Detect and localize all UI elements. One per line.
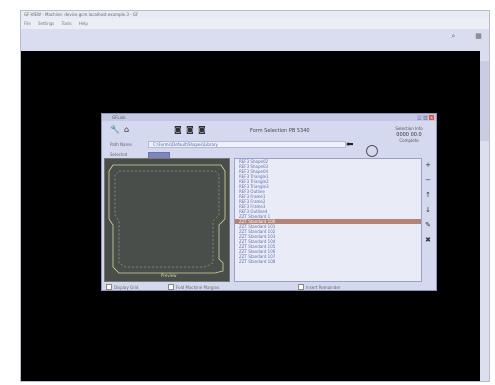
rotation-dial[interactable] xyxy=(366,145,378,157)
back-arrow-icon[interactable]: ⬅ xyxy=(346,141,354,150)
maximize-button[interactable]: □ xyxy=(423,115,428,120)
display-grid-label: Display Grid xyxy=(114,284,139,290)
display-grid-checkbox[interactable] xyxy=(106,284,112,290)
window-title: GF-VIEW - Machine: device.gcm.localhost.… xyxy=(21,11,489,19)
insert-remainder-checkbox[interactable] xyxy=(298,284,304,290)
shape-list[interactable]: REF3 Shape02 REF3 Shape03 REF3 Shape04 REF3… xyxy=(234,158,422,282)
camera-icon[interactable]: ◙ xyxy=(198,126,206,134)
fold-margins-checkbox[interactable] xyxy=(168,284,174,290)
edit-button[interactable]: ✎ xyxy=(424,221,432,229)
remove-button[interactable]: − xyxy=(424,176,432,184)
dialog-form-name: Form Selection PB 5340 xyxy=(250,128,310,134)
path-name-field[interactable]: C:\Forms\Default\Shapes\Library xyxy=(148,141,346,148)
insert-remainder-label: Insert Remainder xyxy=(306,284,341,290)
home-icon[interactable]: ⌂ xyxy=(124,126,129,134)
camera-icon[interactable]: ◙ xyxy=(174,126,182,134)
display-grid-option[interactable]: Display Grid xyxy=(106,284,138,290)
menu-file[interactable]: File xyxy=(24,21,31,26)
grid-icon[interactable]: ▦ xyxy=(475,33,482,40)
camera-icon[interactable]: ◙ xyxy=(186,126,194,134)
move-up-button[interactable]: ↑ xyxy=(424,191,432,199)
selection-info-label: Selection Info xyxy=(395,126,423,131)
minimize-button[interactable]: _ xyxy=(417,115,422,120)
menu-help[interactable]: Help xyxy=(79,21,88,26)
path-name-label: Path Name xyxy=(110,142,132,147)
fold-margins-option[interactable]: Fold Machine Margins xyxy=(168,284,219,290)
menu-bar: File Settings Tools Help xyxy=(21,19,489,29)
shape-preview-canvas: Preview xyxy=(104,158,230,282)
dialog-window-controls: _ □ × xyxy=(417,115,434,120)
delete-button[interactable]: ✖ xyxy=(424,236,432,244)
wrench-icon[interactable]: 🔧 xyxy=(110,126,120,134)
search-icon[interactable]: ⌕ xyxy=(450,33,457,40)
form-selection-dialog: GFLink _ □ × 🔧 ⌂ ◙ ◙ ◙ Form Selection PB… xyxy=(101,113,437,291)
list-item[interactable]: ZZT Standard 108 xyxy=(235,259,421,264)
move-down-button[interactable]: ↓ xyxy=(424,206,432,214)
fold-margins-label: Fold Machine Margins xyxy=(176,284,220,290)
selection-info: Selection Info 0000 00.0 Complete xyxy=(394,126,424,143)
selected-label: Selected xyxy=(110,152,128,157)
close-button[interactable]: × xyxy=(429,115,434,120)
shape-outline-preview xyxy=(108,164,226,274)
menu-tools[interactable]: Tools xyxy=(62,21,72,26)
insert-remainder-option[interactable]: Insert Remainder xyxy=(298,284,340,290)
dialog-title: GFLink xyxy=(102,114,436,121)
side-panel-grip[interactable] xyxy=(480,61,489,141)
selection-info-status: Complete xyxy=(399,138,419,143)
menu-settings[interactable]: Settings xyxy=(38,21,54,26)
add-button[interactable]: + xyxy=(424,161,432,169)
preview-label: Preview xyxy=(161,273,177,278)
